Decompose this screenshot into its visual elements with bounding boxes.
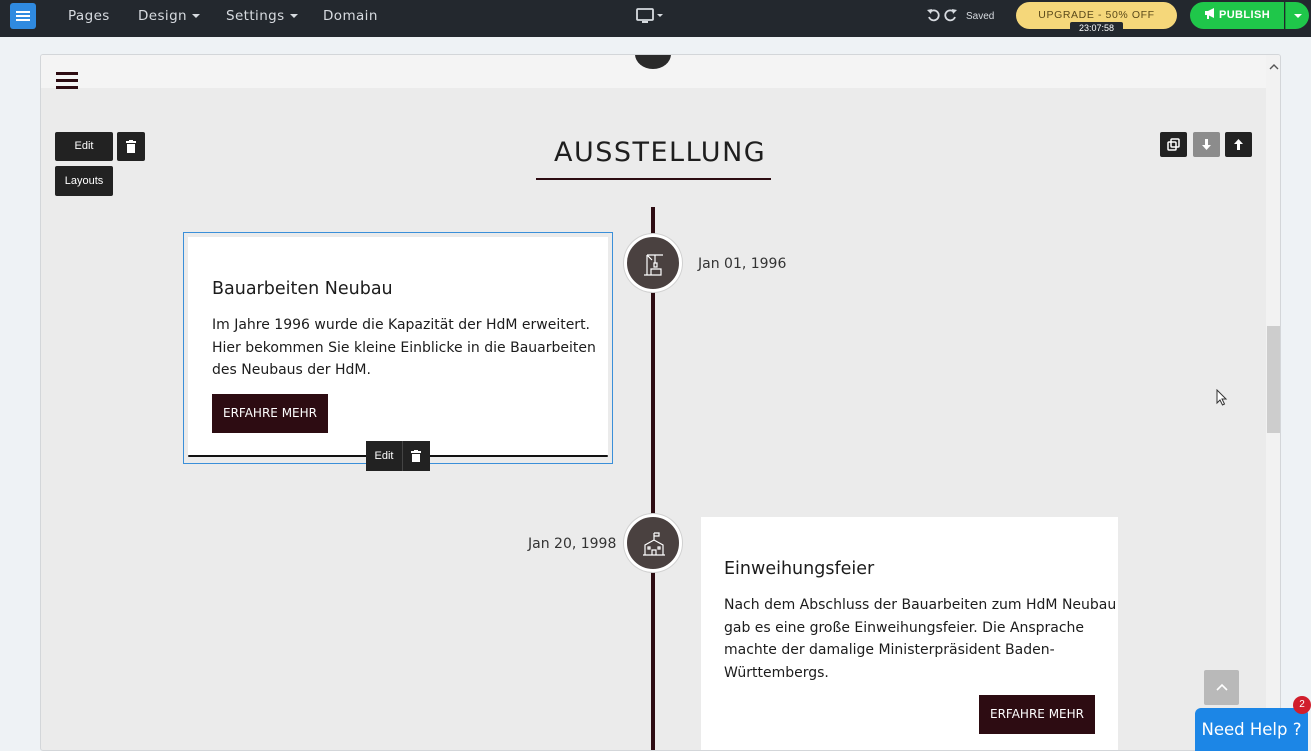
- publish-button[interactable]: PUBLISH: [1190, 2, 1284, 29]
- desktop-icon: [636, 8, 663, 23]
- move-section-down-button[interactable]: [1193, 132, 1220, 157]
- learn-more-button[interactable]: ERFAHRE MEHR: [979, 695, 1095, 734]
- move-section-up-button[interactable]: [1225, 132, 1252, 157]
- card-text: Im Jahre 1996 wurde die Kapazität der Hd…: [212, 314, 596, 382]
- card-text-line: gab es eine große Einweihungsfeier. Die …: [724, 619, 1085, 636]
- nav-pages-label: Pages: [68, 8, 110, 24]
- nav-pages[interactable]: Pages: [68, 8, 110, 24]
- timeline-date: Jan 20, 1998: [528, 536, 617, 552]
- learn-more-button[interactable]: ERFAHRE MEHR: [212, 394, 328, 433]
- arrow-up-icon: [1234, 139, 1243, 150]
- item-edit-button[interactable]: Edit: [366, 441, 402, 471]
- nav-settings-label: Settings: [226, 8, 285, 24]
- card-text-line: Nach dem Abschluss der Bauarbeiten zum H…: [724, 597, 1117, 613]
- card-title: Bauarbeiten Neubau: [212, 279, 393, 299]
- nav-design-label: Design: [138, 8, 188, 24]
- card-text-line: Hier bekommen Sie kleine Einblicke in di…: [212, 339, 596, 356]
- page-canvas: Edit Layouts AUSSTELLUNG Bauarbeiten Neu…: [40, 54, 1281, 751]
- chevron-up-icon: [1216, 683, 1228, 691]
- card-text-line: Im Jahre 1996 wurde die Kapazität der Hd…: [212, 317, 591, 333]
- duplicate-section-button[interactable]: [1160, 132, 1187, 157]
- crane-icon: [644, 254, 663, 276]
- nav-settings[interactable]: Settings: [226, 8, 298, 24]
- card-text-line: des Neubaus der HdM.: [212, 362, 371, 378]
- section-title: AUSSTELLUNG: [554, 137, 767, 168]
- timeline-card[interactable]: Bauarbeiten Neubau Im Jahre 1996 wurde d…: [188, 237, 608, 457]
- chevron-down-icon: [289, 14, 298, 18]
- megaphone-icon: [1204, 8, 1214, 19]
- timeline-date: Jan 01, 1996: [698, 256, 787, 272]
- item-delete-button[interactable]: [402, 441, 430, 471]
- card-text-line: Württembergs.: [724, 664, 829, 681]
- saved-status: Saved: [966, 11, 995, 22]
- timeline-card[interactable]: Einweihungsfeier Nach dem Abschluss der …: [701, 517, 1118, 750]
- nav-design[interactable]: Design: [138, 8, 201, 24]
- notification-badge: 2: [1293, 696, 1311, 714]
- title-underline: [536, 178, 771, 180]
- nav-domain[interactable]: Domain: [323, 8, 378, 24]
- redo-icon[interactable]: [944, 8, 957, 25]
- section-edit-button[interactable]: Edit: [55, 132, 113, 161]
- timeline-node: [624, 514, 682, 572]
- trash-icon: [126, 140, 136, 153]
- timeline-node: [624, 234, 682, 292]
- nav-domain-label: Domain: [323, 8, 378, 24]
- back-to-top-button[interactable]: [1204, 670, 1239, 705]
- card-text-line: machte der damalige Ministerpräsident Ba…: [724, 642, 1055, 658]
- undo-icon[interactable]: [927, 8, 940, 25]
- upgrade-countdown: 23:07:58: [1070, 22, 1123, 34]
- card-title: Einweihungsfeier: [724, 559, 875, 579]
- need-help-button[interactable]: Need Help ?: [1195, 708, 1308, 751]
- chevron-down-icon: [192, 14, 201, 18]
- trash-icon: [411, 450, 421, 462]
- publish-options-dropdown[interactable]: [1285, 2, 1309, 29]
- school-building-icon: [643, 532, 665, 556]
- card-text: Nach dem Abschluss der Bauarbeiten zum H…: [724, 594, 1116, 684]
- scroll-up-arrow-icon[interactable]: [1269, 58, 1279, 70]
- publish-label: PUBLISH: [1218, 9, 1271, 21]
- section-delete-button[interactable]: [117, 132, 145, 161]
- mouse-cursor-icon: [1216, 388, 1228, 412]
- editor-topbar: Pages Design Settings Domain Saved UPGRA…: [0, 0, 1311, 37]
- arrow-down-icon: [1202, 139, 1211, 150]
- copy-icon: [1167, 138, 1180, 151]
- app-logo-icon[interactable]: [10, 3, 36, 29]
- scrollbar-thumb[interactable]: [1267, 326, 1280, 433]
- section-layouts-button[interactable]: Layouts: [55, 166, 113, 196]
- device-preview-toggle[interactable]: [636, 8, 666, 29]
